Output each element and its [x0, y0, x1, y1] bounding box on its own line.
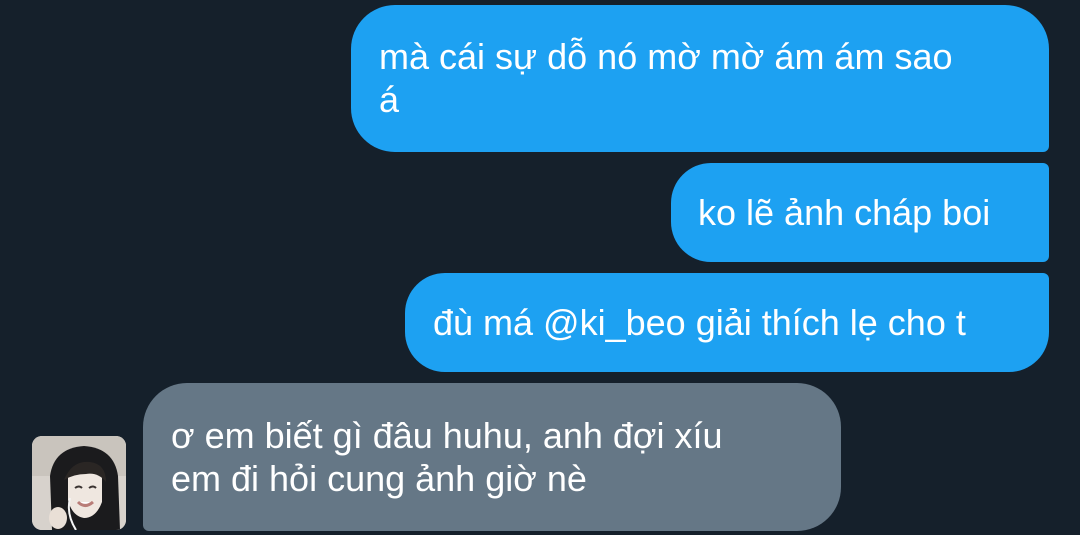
avatar[interactable] [32, 436, 126, 530]
sent-message-bubble[interactable]: đù má @ki_beo giải thích lẹ cho t [405, 273, 1049, 372]
sent-message-bubble[interactable]: mà cái sự dỗ nó mờ mờ ám ám sao á [351, 5, 1049, 152]
user-photo-avatar-icon [32, 436, 126, 530]
received-message-bubble[interactable]: ơ em biết gì đâu huhu, anh đợi xíu em đi… [143, 383, 841, 531]
sent-message-bubble[interactable]: ko lẽ ảnh cháp boi [671, 163, 1049, 262]
conversation-thread: mà cái sự dỗ nó mờ mờ ám ám sao á ko lẽ … [0, 0, 1080, 535]
